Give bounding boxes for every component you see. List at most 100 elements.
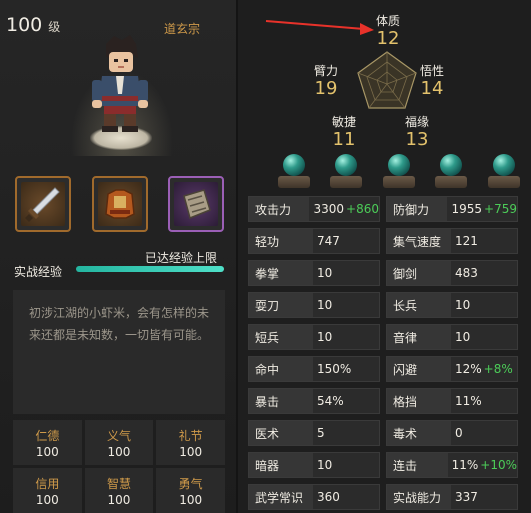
stat-name: 暴击 xyxy=(249,389,313,413)
attr-name: 福缘 xyxy=(404,115,429,129)
stat-value: 10 xyxy=(451,298,470,312)
stat-row: 轻功 747 xyxy=(248,228,380,254)
stat-bonus: +860 xyxy=(346,202,379,216)
armor-slot[interactable] xyxy=(92,176,148,232)
orb-icon[interactable] xyxy=(435,152,468,188)
stat-base-value: 10 xyxy=(317,266,333,280)
level-display: 100 级 xyxy=(6,14,60,36)
stat-value: 1955 +759 xyxy=(447,202,517,216)
stat-row: 防御力 1955 +759 xyxy=(386,196,518,222)
virtue-name: 智慧 xyxy=(106,476,131,491)
attr-value: 11 xyxy=(332,129,356,150)
stat-row: 长兵 10 xyxy=(386,292,518,318)
virtues-grid: 仁德 100 义气 100 礼节 100 信用 100 智慧 100 勇气 10… xyxy=(13,420,225,513)
virtue-cell: 勇气 100 xyxy=(156,468,225,513)
stat-bonus: +8% xyxy=(483,362,513,376)
stat-value: 11% +10% xyxy=(448,458,517,472)
virtue-value: 100 xyxy=(107,492,131,507)
orb-icon[interactable] xyxy=(382,152,415,188)
stat-row: 连击 11% +10% xyxy=(386,452,518,478)
character-avatar[interactable] xyxy=(88,34,152,150)
stat-name: 武学常识 xyxy=(249,485,313,509)
stat-row: 短兵 10 xyxy=(248,324,380,350)
stat-name: 防御力 xyxy=(387,197,448,221)
stat-row: 闪避 12% +8% xyxy=(386,356,518,382)
stat-name: 音律 xyxy=(387,325,451,349)
virtue-value: 100 xyxy=(35,492,59,507)
stat-base-value: 11% xyxy=(451,458,479,472)
virtue-name: 义气 xyxy=(106,428,131,443)
stat-bonus: +759 xyxy=(484,202,517,216)
virtue-cell: 信用 100 xyxy=(13,468,82,513)
stat-base-value: 337 xyxy=(455,490,478,504)
stat-value: 360 xyxy=(313,490,340,504)
stat-base-value: 10 xyxy=(317,330,333,344)
attr-strength: 臂力 19 xyxy=(296,62,356,99)
stat-row: 集气速度 121 xyxy=(386,228,518,254)
stat-value: 121 xyxy=(451,234,478,248)
virtue-cell: 礼节 100 xyxy=(156,420,225,465)
stat-row: 御剑 483 xyxy=(386,260,518,286)
virtue-value: 100 xyxy=(35,444,59,459)
attr-value: 12 xyxy=(376,28,400,49)
virtue-cell: 仁德 100 xyxy=(13,420,82,465)
attributes-panel: 体质 12 臂力 19 悟性 14 敏捷 11 福缘 13 攻击力 3300 +86… xyxy=(238,0,531,513)
stat-value: 10 xyxy=(313,330,332,344)
stat-value: 3300 +860 xyxy=(309,202,379,216)
exp-bar-fill xyxy=(76,266,224,272)
orb-slots xyxy=(278,152,520,192)
attr-name: 敏捷 xyxy=(331,115,356,129)
attr-agility: 敏捷 11 xyxy=(314,113,374,150)
virtue-cell: 智慧 100 xyxy=(84,468,154,513)
stats-grid: 攻击力 3300 +860 防御力 1955 +759 轻功 747 集气速度 121 拳掌 10 御剑… xyxy=(248,196,524,510)
orb-icon[interactable] xyxy=(278,152,310,188)
stat-base-value: 10 xyxy=(455,298,471,312)
stat-value: 337 xyxy=(451,490,478,504)
stat-name: 连击 xyxy=(387,453,448,477)
stat-name: 毒术 xyxy=(387,421,451,445)
stat-base-value: 360 xyxy=(317,490,340,504)
sword-icon xyxy=(25,187,60,222)
stat-name: 实战能力 xyxy=(387,485,451,509)
item-slot[interactable] xyxy=(168,176,224,232)
orb-icon[interactable] xyxy=(487,152,520,188)
stat-name: 耍刀 xyxy=(249,293,313,317)
stat-base-value: 0 xyxy=(455,426,463,440)
stat-row: 医术 5 xyxy=(248,420,380,446)
stat-base-value: 121 xyxy=(455,234,478,248)
stat-row: 攻击力 3300 +860 xyxy=(248,196,380,222)
stat-row: 音律 10 xyxy=(386,324,518,350)
virtue-value: 100 xyxy=(179,492,203,507)
virtue-name: 礼节 xyxy=(178,428,203,443)
stat-value: 747 xyxy=(313,234,340,248)
attr-fortune: 福缘 13 xyxy=(387,113,447,150)
armor-icon xyxy=(105,189,135,219)
scroll-icon xyxy=(183,189,211,220)
virtue-cell: 义气 100 xyxy=(84,420,154,465)
stat-name: 拳掌 xyxy=(249,261,313,285)
attr-value: 19 xyxy=(314,78,338,99)
attr-name: 臂力 xyxy=(313,64,338,78)
stat-name: 短兵 xyxy=(249,325,313,349)
stat-value: 12% +8% xyxy=(451,362,513,376)
weapon-slot[interactable] xyxy=(15,176,71,232)
stat-name: 闪避 xyxy=(387,357,451,381)
stat-row: 拳掌 10 xyxy=(248,260,380,286)
stat-row: 实战能力 337 xyxy=(386,484,518,510)
sect-name[interactable]: 道玄宗 xyxy=(164,20,200,37)
stat-name: 集气速度 xyxy=(387,229,451,253)
stat-value: 10 xyxy=(313,458,332,472)
stat-value: 10 xyxy=(313,266,332,280)
stat-name: 长兵 xyxy=(387,293,451,317)
stat-base-value: 5 xyxy=(317,426,325,440)
stat-name: 攻击力 xyxy=(249,197,310,221)
stat-row: 暴击 54% xyxy=(248,388,380,414)
stat-row: 毒术 0 xyxy=(386,420,518,446)
stat-base-value: 10 xyxy=(455,330,471,344)
stat-bonus: +10% xyxy=(480,458,517,472)
stat-row: 耍刀 10 xyxy=(248,292,380,318)
orb-icon[interactable] xyxy=(330,152,363,188)
stat-name: 命中 xyxy=(249,357,313,381)
virtue-name: 信用 xyxy=(35,476,60,491)
stat-base-value: 747 xyxy=(317,234,340,248)
